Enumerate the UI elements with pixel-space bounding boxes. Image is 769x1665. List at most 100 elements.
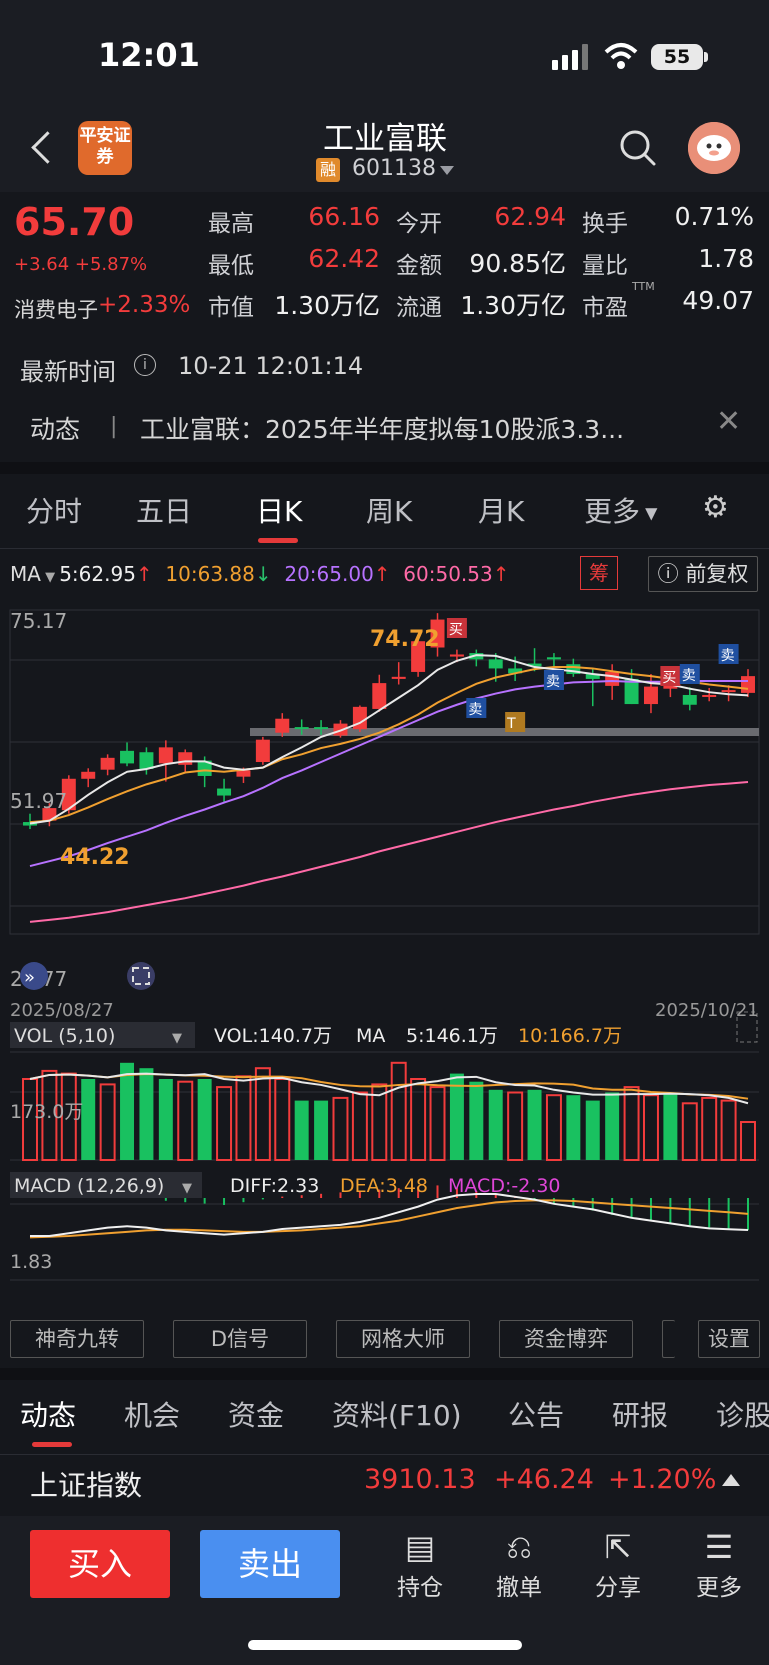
tab-f10[interactable]: 资料(F10) <box>332 1394 462 1434</box>
search-icon[interactable] <box>618 128 658 168</box>
home-indicator[interactable] <box>248 1640 522 1650</box>
tab-five-day[interactable]: 五日 <box>136 490 192 530</box>
tab-diagnosis[interactable]: 诊股 <box>716 1394 769 1434</box>
tab-research[interactable]: 研报 <box>612 1394 668 1434</box>
caret-down-icon[interactable]: ▼ <box>172 1031 182 1046</box>
vol-ma5: 5:146.1万 <box>406 1025 498 1047</box>
caret-down-icon: ▼ <box>640 503 658 523</box>
candle-body <box>139 752 154 769</box>
signal-text: T <box>506 716 516 732</box>
svg-text:»: » <box>24 967 35 988</box>
indicator-grid-master[interactable]: 网格大师 <box>336 1320 470 1358</box>
volume-bar <box>469 1081 484 1160</box>
macd-title[interactable]: MACD (12,26,9) <box>14 1175 164 1197</box>
sector-change[interactable]: +2.33% <box>98 292 190 318</box>
quote-field-value: 0.71% <box>674 202 754 231</box>
info-icon: ⓘ <box>657 562 686 586</box>
date-start: 2025/08/27 <box>10 1000 114 1021</box>
caret-down-icon[interactable]: ▼ <box>41 570 59 585</box>
volume-bar <box>177 1080 194 1162</box>
vol-title[interactable]: VOL (5,10) <box>14 1025 115 1047</box>
signal-badge: 买 <box>660 666 681 686</box>
candle-body <box>702 694 717 697</box>
volume-bar <box>566 1095 581 1160</box>
update-time-label: 最新时间 <box>20 358 116 386</box>
signal-icon <box>552 44 588 70</box>
expand-icon[interactable]: » <box>20 962 48 990</box>
tab-more[interactable]: 更多 ▼ <box>584 490 657 530</box>
holdings-icon: ▤ <box>404 1528 436 1566</box>
macd-diff: DIFF:2.33 <box>230 1175 319 1197</box>
tab-more-label: 更多 <box>584 495 641 528</box>
volume-bar <box>314 1100 329 1160</box>
volume-bar <box>410 1078 427 1161</box>
volume-bar <box>429 1086 446 1162</box>
quote-field-label: 换手 <box>582 211 628 237</box>
indicator-nine-turn[interactable]: 神奇九转 <box>10 1320 144 1358</box>
signal-text: 卖 <box>721 648 735 664</box>
candle-body <box>81 771 96 779</box>
caret-down-icon[interactable]: ▼ <box>182 1181 192 1196</box>
indicator-d-signal[interactable]: D信号 <box>173 1320 307 1358</box>
indicator-overflow[interactable] <box>662 1320 675 1358</box>
avatar[interactable] <box>688 122 740 174</box>
candle-body <box>294 727 309 730</box>
more-label: 更多 <box>696 1575 742 1601</box>
vol-axis: 173.0万 <box>10 1101 83 1123</box>
candle-body <box>217 788 232 796</box>
adjust-mode-button[interactable]: ⓘ 前复权 <box>648 556 758 592</box>
volume-bar <box>701 1096 718 1161</box>
tab-announcements[interactable]: 公告 <box>508 1394 564 1434</box>
share-button[interactable]: ⇱ 分享 <box>588 1526 648 1602</box>
kline-chart[interactable]: 买卖卖T买卖卖 75.17 51.97 28.77 74.72 44.22 20… <box>0 600 769 1320</box>
tab-intraday[interactable]: 分时 <box>26 490 82 530</box>
volume-bar <box>139 1068 154 1160</box>
volume-bar <box>623 1086 640 1162</box>
expand-up-icon[interactable] <box>722 1474 740 1486</box>
buy-button[interactable]: 买入 <box>30 1530 170 1598</box>
candle-body <box>391 676 406 679</box>
candle-body <box>721 690 736 693</box>
signal-text: 卖 <box>468 702 482 718</box>
signal-badge: T <box>505 712 526 732</box>
indicator-settings[interactable]: 设置 <box>698 1320 760 1358</box>
signal-badge: 卖 <box>679 664 700 684</box>
tab-daily-k[interactable]: 日K <box>256 490 302 530</box>
signal-text: 卖 <box>546 674 560 690</box>
tab-funds[interactable]: 资金 <box>228 1394 284 1434</box>
signal-text: 卖 <box>682 668 696 684</box>
index-name: 上证指数 <box>30 1469 143 1502</box>
sell-button[interactable]: 卖出 <box>200 1530 340 1598</box>
chip-distribution-button[interactable]: 筹 <box>580 556 618 590</box>
volume-bar <box>488 1089 503 1160</box>
tab-weekly-k[interactable]: 周K <box>366 490 412 530</box>
y-axis-top: 75.17 <box>10 609 67 633</box>
divider <box>0 548 769 549</box>
margin-badge: 融 <box>316 158 340 182</box>
stock-name[interactable]: 工业富联 <box>260 113 510 158</box>
news-headline[interactable]: 工业富联：2025年半年度拟每10股派3.3... <box>140 410 690 446</box>
stock-code[interactable]: 601138 <box>352 156 436 181</box>
info-icon[interactable]: i <box>134 354 156 376</box>
tab-monthly-k[interactable]: 月K <box>478 490 524 530</box>
more-button[interactable]: ☰ 更多 <box>689 1526 749 1602</box>
tab-opportunity[interactable]: 机会 <box>124 1394 180 1434</box>
ma-label[interactable]: MA <box>10 562 41 586</box>
close-icon[interactable]: ✕ <box>716 404 741 439</box>
price-change: +3.64 +5.87% <box>14 254 148 275</box>
indicator-fund-game[interactable]: 资金博弈 <box>499 1320 633 1358</box>
chevron-down-icon[interactable] <box>440 166 454 175</box>
tab-news[interactable]: 动态 <box>20 1394 76 1434</box>
volume-bar <box>332 1096 349 1161</box>
ma5-line <box>29 654 749 825</box>
gear-icon[interactable]: ⚙ <box>702 490 729 525</box>
vol-ma5-line <box>29 1072 749 1105</box>
sector-name[interactable]: 消费电子 <box>14 294 98 324</box>
holdings-button[interactable]: ▤ 持仓 <box>390 1526 450 1602</box>
fullscreen-icon[interactable] <box>127 962 155 990</box>
candle-body <box>449 654 464 657</box>
cancel-order-label: 撤单 <box>496 1575 542 1601</box>
last-price: 65.70 <box>14 200 135 244</box>
volume-bar <box>158 1079 173 1160</box>
cancel-order-button[interactable]: ⎌ 撤单 <box>489 1526 549 1602</box>
